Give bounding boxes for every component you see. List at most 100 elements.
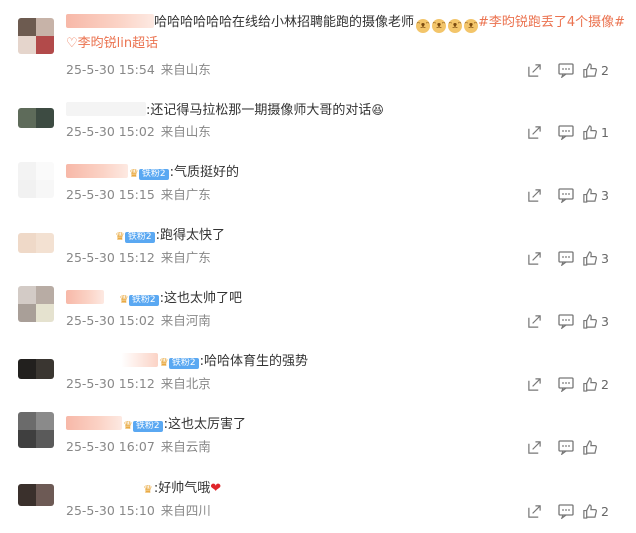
comment-text-block: ♛ 铁粉2:这也太帅了吧 (66, 288, 626, 309)
comment-icon (558, 439, 574, 455)
fan-level-label: 铁粉2 (138, 168, 169, 180)
avatar[interactable] (18, 359, 54, 379)
comment-text: 哈哈哈哈哈哈在线给小林招聘能跑的摄像老师 (154, 15, 415, 30)
like-icon (583, 62, 597, 78)
comment-text-block: ♛ 铁粉2:气质挺好的 (66, 162, 626, 183)
laugh-emoji-icon: 😆 (371, 103, 384, 117)
share-button[interactable] (518, 122, 550, 142)
like-button[interactable]: 2 (582, 377, 622, 392)
like-button[interactable]: 3 (582, 251, 622, 266)
reply-button[interactable] (550, 185, 582, 205)
share-button[interactable] (518, 185, 550, 205)
like-button[interactable]: 1 (582, 125, 622, 140)
like-count: 1 (601, 124, 609, 140)
like-button[interactable]: 3 (582, 188, 622, 203)
share-button[interactable] (518, 311, 550, 331)
cat-emoji-icon: ᵔᴥᵔ (432, 19, 447, 33)
avatar[interactable] (18, 233, 54, 253)
username[interactable] (66, 353, 158, 367)
like-icon (583, 250, 597, 266)
comment-icon (558, 62, 574, 78)
cat-emoji-icon: ᵔᴥᵔ (448, 19, 463, 33)
share-icon (527, 188, 541, 202)
comment-text-block: :还记得马拉松那一期摄像师大哥的对话😆 (66, 100, 626, 121)
timestamp: 25-5-30 15:10 (66, 503, 155, 518)
fan-badge: ♛ 铁粉2 (123, 420, 163, 432)
location: 来自山东 (160, 62, 211, 77)
comment-text-block: ♛ 铁粉2:跑得太快了 (66, 225, 626, 246)
like-icon (583, 313, 597, 329)
like-button[interactable]: 3 (582, 314, 622, 329)
username[interactable] (66, 480, 142, 494)
like-button[interactable]: 2 (582, 63, 622, 78)
comment-item: ♛ 铁粉2:哈哈体育生的强势 25-5-30 15:12 来自北京 2 (0, 341, 636, 404)
username[interactable] (66, 102, 146, 116)
reply-button[interactable] (550, 248, 582, 268)
supertopic-link[interactable]: 李昀锐lin超话 (78, 36, 158, 51)
username[interactable] (66, 416, 122, 430)
comment-text: :这也太帅了吧 (159, 291, 242, 306)
comment-item: ♛ 铁粉2:跑得太快了 25-5-30 15:12 来自广东 3 (0, 215, 636, 278)
crown-icon: ♛ (119, 293, 129, 306)
comment-item: ♛ 铁粉2:气质挺好的 25-5-30 15:15 来自广东 3 (0, 152, 636, 215)
avatar[interactable] (18, 18, 54, 54)
avatar[interactable] (18, 162, 54, 198)
username[interactable] (66, 290, 104, 304)
reply-button[interactable] (550, 122, 582, 142)
like-button[interactable]: 2 (582, 504, 622, 519)
comment-text-block: ♛:好帅气哦❤ (66, 478, 626, 499)
comment-text: :跑得太快了 (155, 228, 225, 243)
timestamp: 25-5-30 15:12 (66, 250, 155, 265)
fan-badge: ♛ 铁粉2 (129, 168, 169, 180)
crown-icon: ♛ (143, 483, 153, 496)
username[interactable] (66, 164, 128, 178)
comment-text: :还记得马拉松那一期摄像师大哥的对话 (146, 103, 372, 118)
share-button[interactable] (518, 437, 550, 457)
comment-actions: 3 (518, 185, 622, 205)
comment-actions: 2 (518, 60, 622, 80)
like-count: 3 (601, 313, 609, 329)
share-icon (527, 504, 541, 518)
location: 来自北京 (160, 376, 211, 391)
location: 来自云南 (160, 439, 211, 454)
share-button[interactable] (518, 374, 550, 394)
avatar[interactable] (18, 484, 54, 506)
comment-item: :还记得马拉松那一期摄像师大哥的对话😆 25-5-30 15:02 来自山东 1 (0, 90, 636, 152)
avatar[interactable] (18, 108, 54, 128)
username[interactable] (66, 227, 114, 241)
topic-link[interactable]: #李昀锐跑丢了4个摄像# (478, 15, 625, 30)
like-count: 2 (601, 376, 609, 392)
like-count: 3 (601, 250, 609, 266)
reply-button[interactable] (550, 437, 582, 457)
comment-text-block: ♛ 铁粉2:哈哈体育生的强势 (66, 351, 626, 372)
reply-button[interactable] (550, 374, 582, 394)
username[interactable] (66, 14, 154, 28)
crown-icon: ♛ (123, 419, 133, 432)
comment-meta: 25-5-30 15:10 来自四川 (66, 503, 217, 519)
timestamp: 25-5-30 15:12 (66, 376, 155, 391)
comment-meta: 25-5-30 15:02 来自山东 (66, 124, 217, 140)
like-button[interactable] (582, 439, 622, 455)
reply-button[interactable] (550, 311, 582, 331)
avatar[interactable] (18, 286, 54, 322)
location: 来自广东 (160, 250, 211, 265)
share-button[interactable] (518, 60, 550, 80)
avatar[interactable] (18, 412, 54, 448)
comment-meta: 25-5-30 15:02 来自河南 (66, 313, 217, 329)
comment-icon (558, 376, 574, 392)
like-count: 2 (601, 503, 609, 519)
reply-button[interactable] (550, 501, 582, 521)
share-button[interactable] (518, 248, 550, 268)
supertopic-icon: ♡ (66, 36, 78, 51)
comment-icon (558, 503, 574, 519)
fan-level-label: 铁粉2 (128, 294, 159, 306)
comment-meta: 25-5-30 15:15 来自广东 (66, 187, 217, 203)
like-icon (583, 439, 597, 455)
share-button[interactable] (518, 501, 550, 521)
like-icon (583, 124, 597, 140)
like-icon (583, 376, 597, 392)
like-icon (583, 503, 597, 519)
comment-meta: 25-5-30 15:12 来自北京 (66, 376, 217, 392)
timestamp: 25-5-30 15:54 (66, 62, 155, 77)
reply-button[interactable] (550, 60, 582, 80)
